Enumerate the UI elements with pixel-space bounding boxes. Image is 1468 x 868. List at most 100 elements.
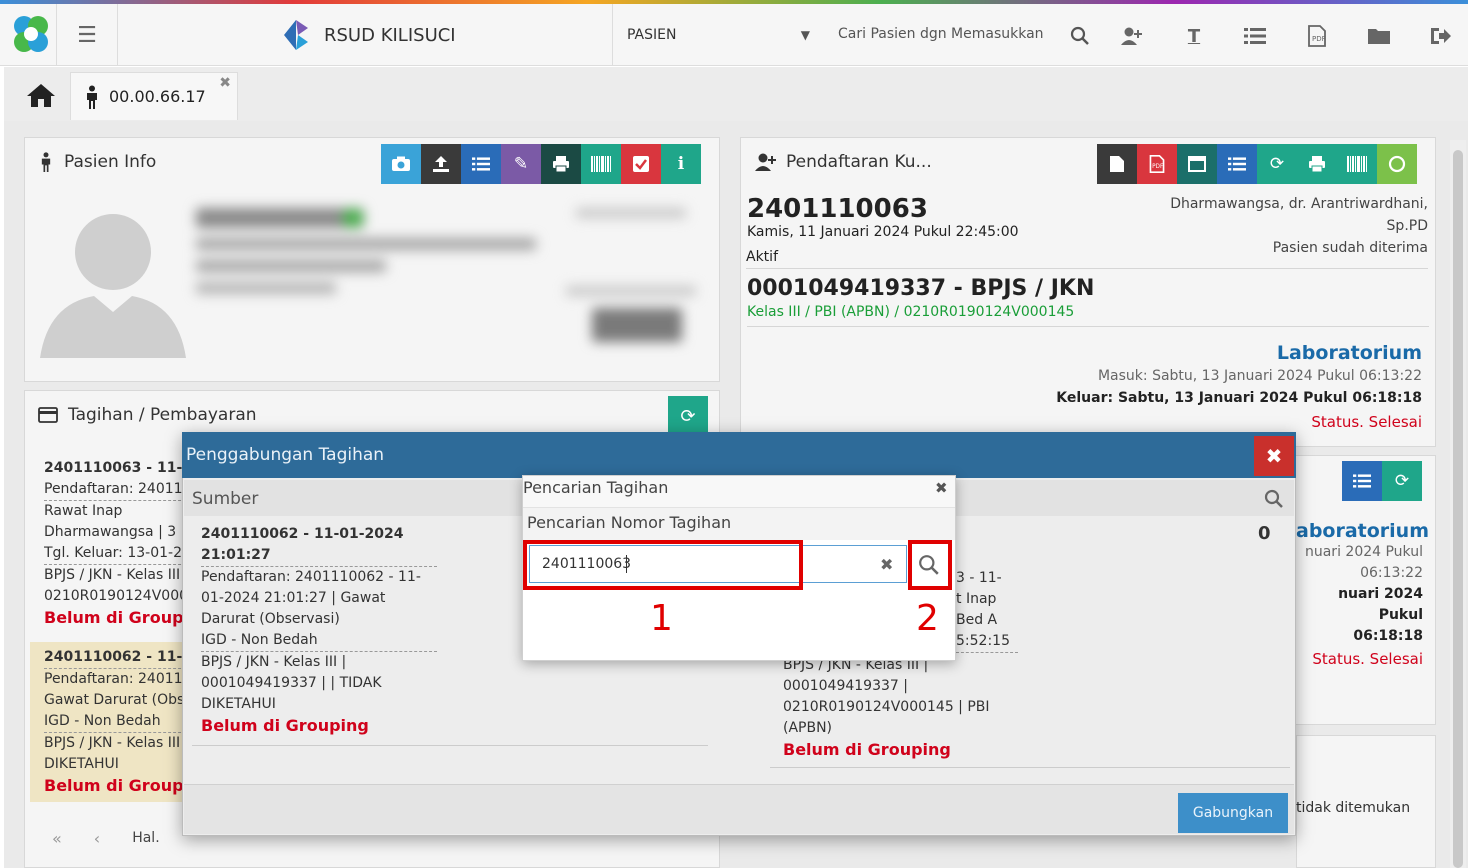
registration-date: Kamis, 11 Januari 2024 Pukul 22:45:00 bbox=[747, 224, 1019, 240]
edit-icon[interactable]: ✎ bbox=[501, 144, 541, 184]
list-icon[interactable] bbox=[1217, 144, 1257, 184]
patient-search-input[interactable]: Cari Pasien dgn Memasukkan bbox=[838, 26, 1044, 42]
list-icon[interactable] bbox=[1241, 22, 1269, 50]
keluar-time: Keluar: Sabtu, 13 Januari 2024 Pukul 06:… bbox=[1056, 390, 1422, 406]
tagihan-item-2[interactable]: 2401110062 - 11-01- Pendaftaran: 24011 G… bbox=[44, 647, 186, 796]
tagihan-item-line: Dharmawangsa | 3 bbox=[44, 524, 177, 540]
tagihan-item-line: Tgl. Keluar: 13-01-2 bbox=[44, 543, 186, 565]
target-search-icon[interactable] bbox=[1264, 489, 1284, 513]
svg-text:PDF: PDF bbox=[1312, 35, 1326, 43]
hamburger-menu-icon[interactable]: ☰ bbox=[56, 4, 118, 66]
home-icon[interactable] bbox=[18, 72, 64, 118]
tagihan-item-line: 2401110063 - 11-01- bbox=[44, 460, 186, 476]
visit-info: aboratorium nuari 2024 Pukul 06:13:22 nu… bbox=[1296, 520, 1430, 671]
visit-unit: aboratorium bbox=[1296, 520, 1430, 542]
credit-card-icon bbox=[38, 407, 58, 423]
search-icon[interactable] bbox=[1066, 22, 1094, 50]
tagihan-item-line: BPJS / JKN - Kelas III bbox=[44, 735, 181, 751]
visit-status: Status. Selesai bbox=[1312, 650, 1423, 668]
list-icon[interactable] bbox=[461, 144, 501, 184]
text-icon[interactable]: T bbox=[1180, 22, 1208, 50]
brand: RSUD KILISUCI bbox=[276, 18, 456, 52]
history-icon[interactable]: ⟳ bbox=[1382, 461, 1422, 501]
checkbox-icon[interactable] bbox=[621, 144, 661, 184]
pendaftaran-title: Pendaftaran Ku... bbox=[786, 152, 932, 172]
sumber-line: BPJS / JKN - Kelas III | bbox=[201, 654, 347, 670]
tagihan-header: Tagihan / Pembayaran bbox=[38, 405, 257, 425]
input-highlight-box bbox=[523, 540, 803, 590]
tagihan-item-status: Belum di Groupi bbox=[44, 608, 186, 627]
sumber-line: IGD - Non Bedah bbox=[201, 630, 437, 652]
sumber-status: Belum di Grouping bbox=[201, 716, 369, 735]
prev-page-icon[interactable]: ‹ bbox=[94, 829, 100, 848]
scrollbar-thumb[interactable] bbox=[1453, 150, 1463, 868]
pendaftaran-toolbar: PDF ⟳ bbox=[1097, 144, 1417, 184]
visit-line: 06:13:22 bbox=[1360, 565, 1423, 581]
penggabungan-modal-header: Penggabungan Tagihan bbox=[182, 432, 1296, 478]
registration-state: Aktif bbox=[746, 249, 1428, 269]
print-icon[interactable] bbox=[1297, 144, 1337, 184]
registration-number: 2401110063 bbox=[747, 194, 928, 224]
add-user-icon[interactable] bbox=[1118, 22, 1146, 50]
camera-icon[interactable] bbox=[381, 144, 421, 184]
circle-icon[interactable] bbox=[1377, 144, 1417, 184]
visit-line: nuari 2024 Pukul bbox=[1304, 544, 1423, 560]
sumber-line: DIKETAHUI bbox=[201, 696, 276, 712]
search-type-select[interactable]: PASIEN ▼ bbox=[612, 4, 824, 66]
unit-name: Laboratorium bbox=[1276, 342, 1422, 364]
brand-name: RSUD KILISUCI bbox=[324, 24, 456, 46]
annotation-step-2: 2 bbox=[916, 598, 939, 639]
first-page-icon[interactable]: « bbox=[52, 829, 62, 848]
sumber-line: 0001049419337 | | TIDAK bbox=[201, 675, 382, 691]
close-tab-icon[interactable]: ✖ bbox=[219, 75, 231, 91]
hospital-logo-icon bbox=[284, 20, 308, 50]
history-icon[interactable]: ⟳ bbox=[1257, 144, 1297, 184]
target-divider bbox=[770, 767, 1290, 768]
kelas-info: Kelas III / PBI (APBN) / 0210R0190124V00… bbox=[747, 304, 1429, 327]
sumber-item[interactable]: 2401110062 - 11-01-2024 21:01:27 Pendaft… bbox=[201, 524, 437, 736]
upload-icon[interactable] bbox=[421, 144, 461, 184]
barcode-icon[interactable] bbox=[1337, 144, 1377, 184]
pencarian-nomor-label: Pencarian Nomor Tagihan bbox=[527, 513, 732, 532]
tagihan-item-1[interactable]: 2401110063 - 11-01- Pendaftaran: 24011 R… bbox=[44, 458, 186, 628]
pdf-icon[interactable]: PDF bbox=[1137, 144, 1177, 184]
barcode-icon[interactable] bbox=[581, 144, 621, 184]
tagihan-item-line: Rawat Inap bbox=[44, 503, 123, 519]
dialog-close-icon[interactable]: ✖ bbox=[935, 479, 948, 497]
tab-patient[interactable]: 00.00.66.17 ✖ bbox=[70, 72, 238, 120]
modal-close-button[interactable]: ✖ bbox=[1254, 436, 1294, 476]
document-icon[interactable] bbox=[1097, 144, 1137, 184]
logout-icon[interactable] bbox=[1426, 22, 1454, 50]
doctor-line: Dharmawangsa, dr. Arantriwardhani, bbox=[1170, 196, 1428, 212]
sumber-line: 21:01:27 bbox=[201, 545, 437, 567]
penggabungan-modal-title: Penggabungan Tagihan bbox=[186, 445, 385, 465]
pdf-icon[interactable]: PDF bbox=[1303, 22, 1331, 50]
modal-footer bbox=[184, 784, 1294, 834]
sumber-line: 01-2024 21:01:27 | Gawat bbox=[201, 590, 386, 606]
caret-down-icon: ▼ bbox=[800, 28, 810, 42]
window-icon[interactable] bbox=[1177, 144, 1217, 184]
pendaftaran-header: Pendaftaran Ku... bbox=[754, 152, 932, 172]
target-line: t Inap bbox=[956, 591, 997, 607]
sumber-label: Sumber bbox=[192, 489, 259, 509]
list-icon[interactable] bbox=[1342, 461, 1382, 501]
pencarian-dialog-title: Pencarian Tagihan bbox=[523, 478, 669, 497]
tagihan-item-status: Belum di Groupi bbox=[44, 776, 186, 795]
target-line: 3 - 11- bbox=[956, 570, 1002, 586]
tagihan-item-line: Pendaftaran: 24011 bbox=[44, 671, 183, 687]
target-item-top[interactable]: 3 - 11- t Inap Bed A 5:52:15 bbox=[956, 568, 1026, 653]
not-found-text: tidak ditemukan bbox=[1296, 800, 1411, 816]
svg-text:PDF: PDF bbox=[1152, 164, 1163, 170]
folder-icon[interactable] bbox=[1365, 22, 1393, 50]
target-item-bottom[interactable]: BPJS / JKN - Kelas III | 0001049419337 |… bbox=[783, 655, 1023, 760]
target-status: Belum di Grouping bbox=[783, 740, 951, 759]
print-icon[interactable] bbox=[541, 144, 581, 184]
search-type-value: PASIEN bbox=[627, 27, 677, 43]
app-logo-icon bbox=[14, 16, 48, 52]
gabungkan-button[interactable]: Gabungkan bbox=[1178, 793, 1288, 833]
person-icon bbox=[87, 85, 97, 109]
clear-input-icon[interactable]: ✖ bbox=[880, 555, 893, 574]
info-icon[interactable]: i bbox=[661, 144, 701, 184]
refresh-icon[interactable]: ⟳ bbox=[668, 396, 708, 436]
pager-label: Hal. bbox=[132, 830, 160, 846]
